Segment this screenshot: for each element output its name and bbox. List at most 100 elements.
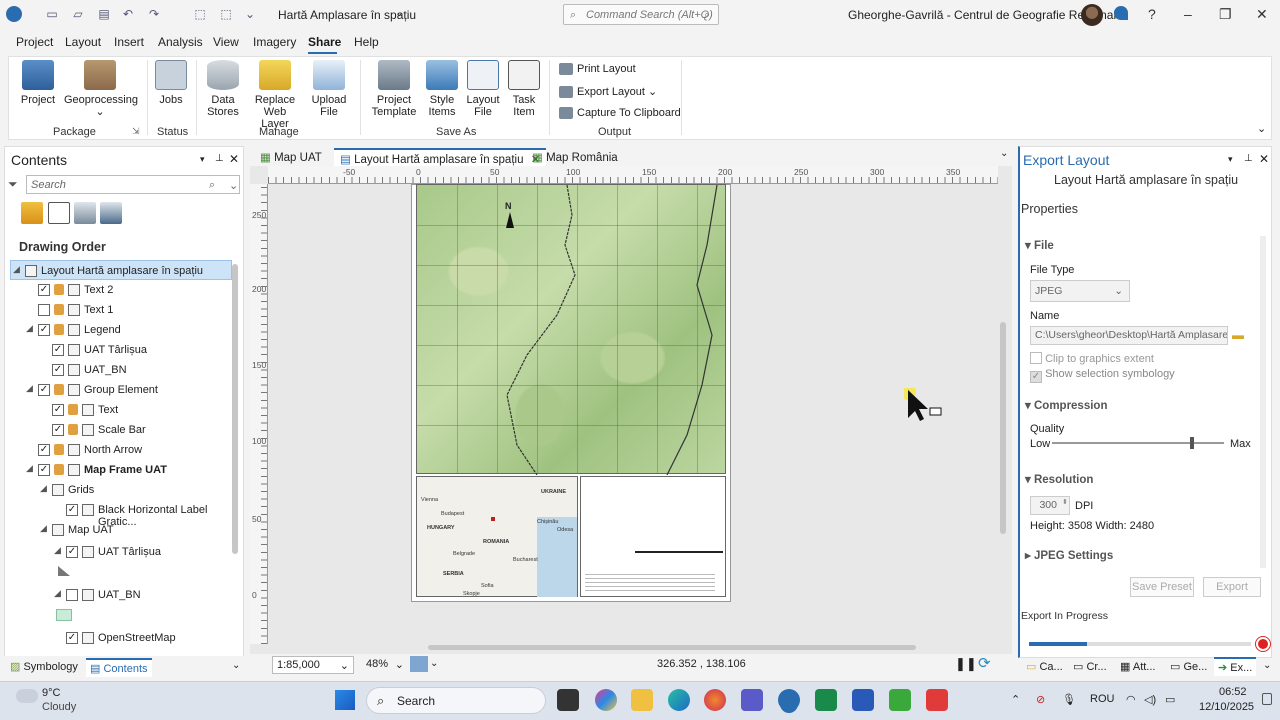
lock-icon[interactable]	[54, 464, 64, 475]
show-selection-checkbox[interactable]: ✓ Show selection symbology	[1030, 368, 1175, 383]
checkbox-checked[interactable]: ✓	[66, 546, 78, 558]
stepper-icon[interactable]: ⬍	[1062, 498, 1068, 506]
tabs-dropdown-icon[interactable]: ⌄	[1000, 148, 1008, 159]
tree-item[interactable]: ✓ Scale Bar	[10, 420, 232, 440]
expand-arrow-icon[interactable]: ◢	[54, 545, 61, 556]
tree-item[interactable]: ◢ ✓ Legend	[10, 320, 232, 340]
battery-icon[interactable]: ▭	[1165, 693, 1175, 706]
save-icon[interactable]: ▤	[96, 7, 112, 23]
tree-item[interactable]: ✓ OpenStreetMap	[10, 628, 232, 648]
edge-icon[interactable]	[668, 689, 690, 711]
tree-item[interactable]: ✓ UAT_BN	[10, 360, 232, 380]
quality-slider-thumb[interactable]	[1189, 437, 1194, 449]
title-chevron-icon[interactable]: ⌄	[395, 8, 403, 19]
list-by-source-icon[interactable]	[48, 202, 70, 224]
quality-slider[interactable]	[1052, 442, 1224, 444]
tab-create[interactable]: ▭ Cr...	[1073, 660, 1107, 673]
file-explorer-icon[interactable]	[631, 689, 653, 711]
tree-item[interactable]: ◢ ✓ UAT Târlișua	[10, 542, 232, 562]
app-red-icon[interactable]	[926, 689, 948, 711]
file-type-select[interactable]: JPEG ⌄	[1030, 280, 1130, 302]
symbol-swatch[interactable]	[56, 609, 72, 621]
tab-attributes[interactable]: ▦ Att...	[1120, 660, 1155, 673]
expand-arrow-icon[interactable]: ◢	[54, 588, 61, 599]
geoprocessing-button[interactable]: Geoprocessing ⌄	[64, 60, 138, 118]
select-icon[interactable]: ⬚	[192, 7, 208, 23]
tree-item[interactable]: ◢ UAT_BN	[10, 585, 232, 605]
lock-icon[interactable]	[54, 324, 64, 335]
menu-analysis[interactable]: Analysis	[158, 35, 203, 49]
checkbox-checked[interactable]: ✓	[52, 424, 64, 436]
tree-item[interactable]: ◢ ✓ Group Element	[10, 380, 232, 400]
list-by-selection-icon[interactable]	[74, 202, 96, 224]
tab-contents[interactable]: ▤ Contents	[86, 658, 152, 677]
tab-catalog[interactable]: ▭ Ca...	[1026, 660, 1063, 673]
arcgis-pro-taskbar-icon[interactable]	[778, 689, 800, 711]
file-name-input[interactable]: C:\Users\gheor\Desktop\Hartă Amplasare î…	[1030, 326, 1228, 345]
notification-icon[interactable]	[1114, 6, 1128, 20]
checkbox-checked[interactable]: ✓	[38, 444, 50, 456]
save-preset-button[interactable]: Save Preset	[1130, 577, 1194, 597]
tree-item[interactable]: ✓ Black Horizontal Label Gratic...	[10, 500, 232, 528]
upload-file-button[interactable]: Upload File	[306, 60, 352, 118]
new-project-icon[interactable]: ▭	[44, 7, 60, 23]
minimize-icon[interactable]: –	[1184, 6, 1192, 22]
expand-arrow-icon[interactable]: ◢	[40, 483, 47, 494]
expand-arrow-icon[interactable]: ◢	[26, 323, 33, 334]
zoom-dropdown[interactable]: 48% ⌄	[362, 656, 406, 674]
menu-view[interactable]: View	[213, 35, 239, 49]
refresh-icon[interactable]: ⟳	[978, 654, 991, 672]
tabs-overflow-chevron-icon[interactable]: ⌄	[1263, 660, 1271, 671]
clip-graphics-checkbox[interactable]: Clip to graphics extent	[1030, 350, 1154, 365]
compression-section-header[interactable]: ▾ Compression	[1025, 398, 1107, 412]
menu-layout[interactable]: Layout	[65, 35, 101, 49]
redo-icon[interactable]: ↷	[146, 7, 162, 23]
filter-icon[interactable]: ⏷	[8, 177, 18, 192]
word-icon[interactable]	[852, 689, 874, 711]
scale-dropdown[interactable]: 1:85,000 ⌄	[272, 656, 354, 674]
close-icon[interactable]: ✕	[1256, 6, 1268, 23]
lock-icon[interactable]	[54, 284, 64, 295]
tab-geoprocessing[interactable]: ▭ Ge...	[1170, 660, 1207, 673]
map-frame-uat[interactable]: N	[416, 184, 726, 475]
expand-arrow-icon[interactable]: ◢	[26, 463, 33, 474]
undo-icon[interactable]: ↶	[120, 7, 136, 23]
microphone-icon[interactable]: 🎙	[1062, 693, 1076, 706]
data-stores-button[interactable]: Data Stores	[200, 60, 246, 118]
tab-map-uat[interactable]: ▦ Map UAT	[254, 148, 328, 166]
checkbox-checked[interactable]: ✓	[38, 464, 50, 476]
checkbox-checked[interactable]: ✓	[52, 344, 64, 356]
file-section-header[interactable]: ▾ File	[1025, 238, 1054, 252]
tree-item[interactable]: ◢ Layout Hartă amplasare în spațiu	[10, 260, 232, 280]
task-view-icon[interactable]	[557, 689, 579, 711]
chevron-down-icon[interactable]: ⌄	[430, 658, 438, 669]
tab-map-romania[interactable]: ▦ Map România	[526, 148, 624, 166]
project-template-button[interactable]: Project Template	[368, 60, 420, 118]
inset-locator-map[interactable]: UKRAINE Budapest HUNGARY ROMANIA Chișină…	[416, 476, 578, 597]
avatar[interactable]	[1081, 4, 1103, 26]
list-by-editing-icon[interactable]	[100, 202, 122, 224]
tab-export[interactable]: ➔ Ex...	[1214, 657, 1257, 676]
open-icon[interactable]: ▱	[70, 7, 86, 23]
page-view-icon[interactable]	[410, 656, 428, 672]
help-icon[interactable]: ?	[1148, 6, 1156, 22]
tab-layout[interactable]: ▤ Layout Hartă amplasare în spațiu ✕	[334, 148, 547, 166]
checkbox-checked[interactable]: ✓	[66, 632, 78, 644]
checkbox-checked[interactable]: ✓	[38, 324, 50, 336]
lock-icon[interactable]	[68, 404, 78, 415]
checkbox-checked[interactable]: ✓	[52, 404, 64, 416]
export-pane-scrollbar[interactable]	[1260, 236, 1266, 568]
capture-clipboard-button[interactable]: Capture To Clipboard	[559, 107, 681, 120]
app-green-icon[interactable]	[889, 689, 911, 711]
close-pane-icon[interactable]: ✕	[1259, 152, 1269, 166]
export-layout-button[interactable]: Export Layout ⌄	[559, 85, 657, 99]
tree-item[interactable]: ✓ North Arrow	[10, 440, 232, 460]
expand-arrow-icon[interactable]: ◢	[13, 264, 20, 275]
checkbox-checked[interactable]: ✓	[38, 384, 50, 396]
collapse-ribbon-icon[interactable]: ⌄	[1257, 122, 1266, 135]
weather-temp[interactable]: 9°C	[42, 687, 60, 699]
style-items-button[interactable]: Style Items	[424, 60, 460, 118]
contents-search-input[interactable]: Search ⌕ ⌄	[26, 175, 240, 194]
folder-browse-icon[interactable]: ▬	[1232, 328, 1244, 342]
menu-imagery[interactable]: Imagery	[253, 35, 296, 49]
